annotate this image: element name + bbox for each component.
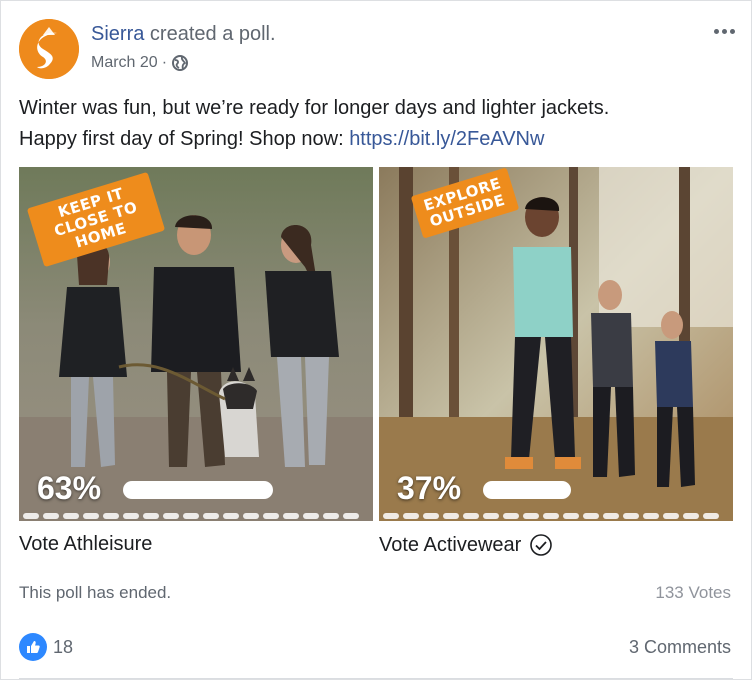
post-date[interactable]: March 20 <box>91 54 158 72</box>
more-options-button[interactable] <box>709 21 739 41</box>
dot <box>383 513 399 519</box>
dot <box>43 513 59 519</box>
dot <box>223 513 239 519</box>
dot <box>623 513 639 519</box>
vote-label: Vote Activewear <box>379 533 522 556</box>
dot <box>203 513 219 519</box>
dot <box>483 513 499 519</box>
dot <box>643 513 659 519</box>
dot <box>443 513 459 519</box>
dot <box>263 513 279 519</box>
dot <box>683 513 699 519</box>
poll-post-card: Sierra created a poll. March 20 · Winter… <box>0 0 752 680</box>
result-bar-fill <box>123 481 273 499</box>
dot <box>523 513 539 519</box>
like-count: 18 <box>53 636 74 657</box>
decorative-dots <box>379 513 733 519</box>
poll-option-activewear[interactable]: EXPLORE OUTSIDE 37% <box>379 167 733 521</box>
dot <box>703 513 719 519</box>
total-votes[interactable]: 133 Votes <box>655 583 731 603</box>
thumbs-up-glyph <box>27 641 40 653</box>
dot <box>583 513 599 519</box>
option-percent: 37% <box>397 470 462 506</box>
dot <box>303 513 319 519</box>
dot <box>63 513 79 519</box>
result-bar-track <box>123 481 273 499</box>
dot <box>143 513 159 519</box>
author-name-link[interactable]: Sierra <box>91 23 144 45</box>
dot <box>663 513 679 519</box>
dot <box>323 513 339 519</box>
sierra-logo-icon <box>19 19 79 79</box>
checkmark-circle-icon <box>530 534 553 556</box>
option-percent: 63% <box>37 470 102 506</box>
post-action-text: created a poll. <box>149 23 276 45</box>
dot <box>163 513 179 519</box>
ellipsis-icon <box>713 28 719 34</box>
ellipsis-dot <box>721 28 727 34</box>
vote-athleisure-button[interactable]: Vote Athleisure <box>19 533 152 556</box>
vote-label: Vote Athleisure <box>19 533 153 555</box>
ellipsis-dot <box>729 28 735 34</box>
poll-option-athleisure[interactable]: KEEP IT CLOSE TO HOME 63% <box>19 167 373 521</box>
dot <box>83 513 99 519</box>
dot <box>563 513 579 519</box>
poll-status: This poll has ended. <box>19 583 172 602</box>
globe-icon <box>172 55 189 71</box>
dot <box>463 513 479 519</box>
divider <box>19 678 733 679</box>
dot <box>403 513 419 519</box>
reactions-summary[interactable]: 18 <box>19 633 73 661</box>
result-bar-track <box>483 481 633 499</box>
comments-count-link[interactable]: 3 Comments <box>629 637 731 658</box>
dot <box>283 513 299 519</box>
post-title-line: Sierra created a poll. <box>91 23 276 46</box>
post-header: Sierra created a poll. March 20 · <box>19 19 735 81</box>
dot <box>103 513 119 519</box>
meta-separator: · <box>161 54 168 71</box>
result-bar-fill <box>483 481 571 499</box>
dot <box>183 513 199 519</box>
post-text-line-2: Happy first day of Spring! Shop now: htt… <box>19 124 735 155</box>
post-text-line-1: Winter was fun, but we’re ready for long… <box>19 97 610 119</box>
dot <box>423 513 439 519</box>
dot <box>343 513 359 519</box>
dot <box>243 513 259 519</box>
post-meta: March 20 · <box>91 54 189 72</box>
post-text: Winter was fun, but we’re ready for long… <box>19 93 735 155</box>
thumbs-up-icon <box>19 633 47 661</box>
dot <box>503 513 519 519</box>
dot <box>23 513 39 519</box>
dot <box>123 513 139 519</box>
avatar[interactable] <box>19 19 79 79</box>
decorative-dots <box>19 513 373 519</box>
dot <box>603 513 619 519</box>
dot <box>543 513 559 519</box>
post-text-line-2-prefix: Happy first day of Spring! Shop now: <box>19 128 350 150</box>
shop-link[interactable]: https://bit.ly/2FeAVNw <box>349 128 544 150</box>
vote-activewear-button[interactable]: Vote Activewear <box>379 533 553 557</box>
